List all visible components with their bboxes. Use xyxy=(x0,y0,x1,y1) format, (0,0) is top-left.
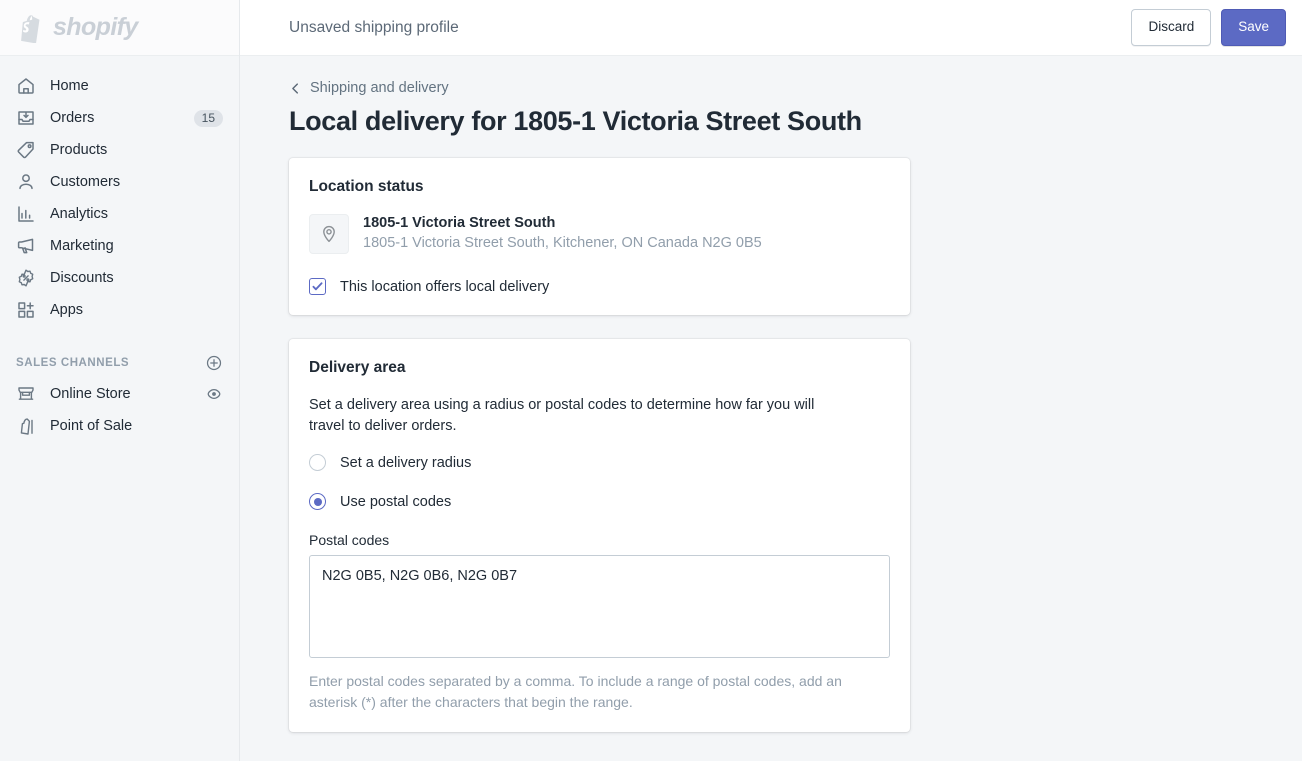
location-row: 1805-1 Victoria Street South 1805-1 Vict… xyxy=(309,214,890,254)
sidebar-item-home[interactable]: Home xyxy=(8,70,231,102)
marketing-megaphone-icon xyxy=(16,236,50,256)
sidebar-item-label: Point of Sale xyxy=(50,417,133,434)
pos-bag-icon xyxy=(16,416,50,436)
sidebar-item-label: Apps xyxy=(50,301,84,318)
radio-set-delivery-radius[interactable]: Set a delivery radius xyxy=(309,454,890,472)
delivery-area-title: Delivery area xyxy=(309,359,406,376)
breadcrumb-label: Shipping and delivery xyxy=(310,80,449,96)
home-icon xyxy=(16,76,50,96)
apps-grid-plus-icon xyxy=(16,300,50,320)
sidebar-item-label: Home xyxy=(50,77,89,94)
radio-circle[interactable] xyxy=(309,454,326,472)
products-tag-icon xyxy=(16,140,50,160)
postal-codes-help-text: Enter postal codes separated by a comma.… xyxy=(309,673,842,710)
postal-codes-input[interactable] xyxy=(309,555,890,659)
brand-wordmark: shopify xyxy=(53,13,138,41)
sidebar-item-label: Customers xyxy=(50,173,121,190)
discard-button[interactable]: Discard xyxy=(1131,9,1212,46)
checkbox-box[interactable] xyxy=(309,278,326,295)
location-thumbnail xyxy=(309,214,349,254)
radio-use-postal-codes[interactable]: Use postal codes xyxy=(309,493,890,511)
customers-person-icon xyxy=(16,172,50,192)
sidebar-item-label: Online Store xyxy=(50,385,131,402)
primary-nav: Home Orders 15 Products Customers Analyt… xyxy=(0,56,239,326)
sidebar-item-point-of-sale[interactable]: Point of Sale xyxy=(8,410,231,442)
app-root: shopify Home Orders 15 Products Customer… xyxy=(0,0,1302,761)
sidebar-item-label: Analytics xyxy=(50,205,109,222)
delivery-area-card: Delivery area Set a delivery area using … xyxy=(289,339,910,733)
sidebar-item-label: Marketing xyxy=(50,237,114,254)
location-status-title: Location status xyxy=(309,178,424,195)
sidebar-item-discounts[interactable]: Discounts xyxy=(8,262,231,294)
sidebar-item-label: Products xyxy=(50,141,108,158)
orders-count-badge: 15 xyxy=(193,109,223,127)
shopify-bag-icon xyxy=(16,13,44,43)
sidebar-item-analytics[interactable]: Analytics xyxy=(8,198,231,230)
shopify-logo[interactable]: shopify xyxy=(16,13,138,43)
breadcrumb[interactable]: Shipping and delivery xyxy=(289,80,1302,96)
contextual-save-bar: Unsaved shipping profile Discard Save xyxy=(240,0,1302,56)
postal-codes-label: Postal codes xyxy=(309,532,390,549)
delivery-area-description: Set a delivery area using a radius or po… xyxy=(309,397,815,434)
location-status-card: Location status 1805-1 Victoria Street S… xyxy=(289,158,910,315)
sidebar-item-label: Orders xyxy=(50,109,95,126)
circle-plus-icon[interactable] xyxy=(205,354,223,372)
checkbox-label: This location offers local delivery xyxy=(340,278,550,295)
page-title: Local delivery for 1805-1 Victoria Stree… xyxy=(289,106,862,136)
sidebar-item-customers[interactable]: Customers xyxy=(8,166,231,198)
radio-label: Set a delivery radius xyxy=(340,454,472,471)
discounts-percent-icon xyxy=(16,268,50,288)
radio-dot xyxy=(313,497,322,506)
main-area: Unsaved shipping profile Discard Save Sh… xyxy=(240,0,1302,761)
chevron-left-icon xyxy=(289,82,302,95)
sidebar-item-marketing[interactable]: Marketing xyxy=(8,230,231,262)
location-pin-icon xyxy=(319,224,339,244)
sales-channels-title: SALES CHANNELS xyxy=(16,357,130,369)
location-name: 1805-1 Victoria Street South xyxy=(363,215,556,232)
sidebar-item-online-store[interactable]: Online Store xyxy=(8,378,231,410)
save-button[interactable]: Save xyxy=(1221,9,1286,46)
sidebar-item-orders[interactable]: Orders 15 xyxy=(8,102,231,134)
page-content: Shipping and delivery Local delivery for… xyxy=(240,56,1302,761)
sidebar-item-apps[interactable]: Apps xyxy=(8,294,231,326)
delivery-area-options: Set a delivery radius Use postal codes xyxy=(309,454,890,511)
radio-label: Use postal codes xyxy=(340,493,452,510)
location-details: 1805-1 Victoria Street South 1805-1 Vict… xyxy=(363,214,762,253)
eye-icon[interactable] xyxy=(205,385,223,403)
sidebar: shopify Home Orders 15 Products Customer… xyxy=(0,0,240,761)
offers-local-delivery-checkbox[interactable]: This location offers local delivery xyxy=(309,278,890,295)
location-address: 1805-1 Victoria Street South, Kitchener,… xyxy=(363,235,762,251)
orders-inbox-icon xyxy=(16,108,50,128)
sales-channels-header: SALES CHANNELS xyxy=(16,354,223,372)
analytics-bars-icon xyxy=(16,204,50,224)
brand-header: shopify xyxy=(0,0,239,56)
checkmark-icon xyxy=(311,280,324,293)
sidebar-item-products[interactable]: Products xyxy=(8,134,231,166)
sidebar-item-label: Discounts xyxy=(50,269,114,286)
unsaved-state-title: Unsaved shipping profile xyxy=(289,18,459,36)
radio-circle[interactable] xyxy=(309,493,326,511)
sales-channels-nav: Online Store Point of Sale xyxy=(0,378,239,442)
storefront-icon xyxy=(16,384,50,404)
